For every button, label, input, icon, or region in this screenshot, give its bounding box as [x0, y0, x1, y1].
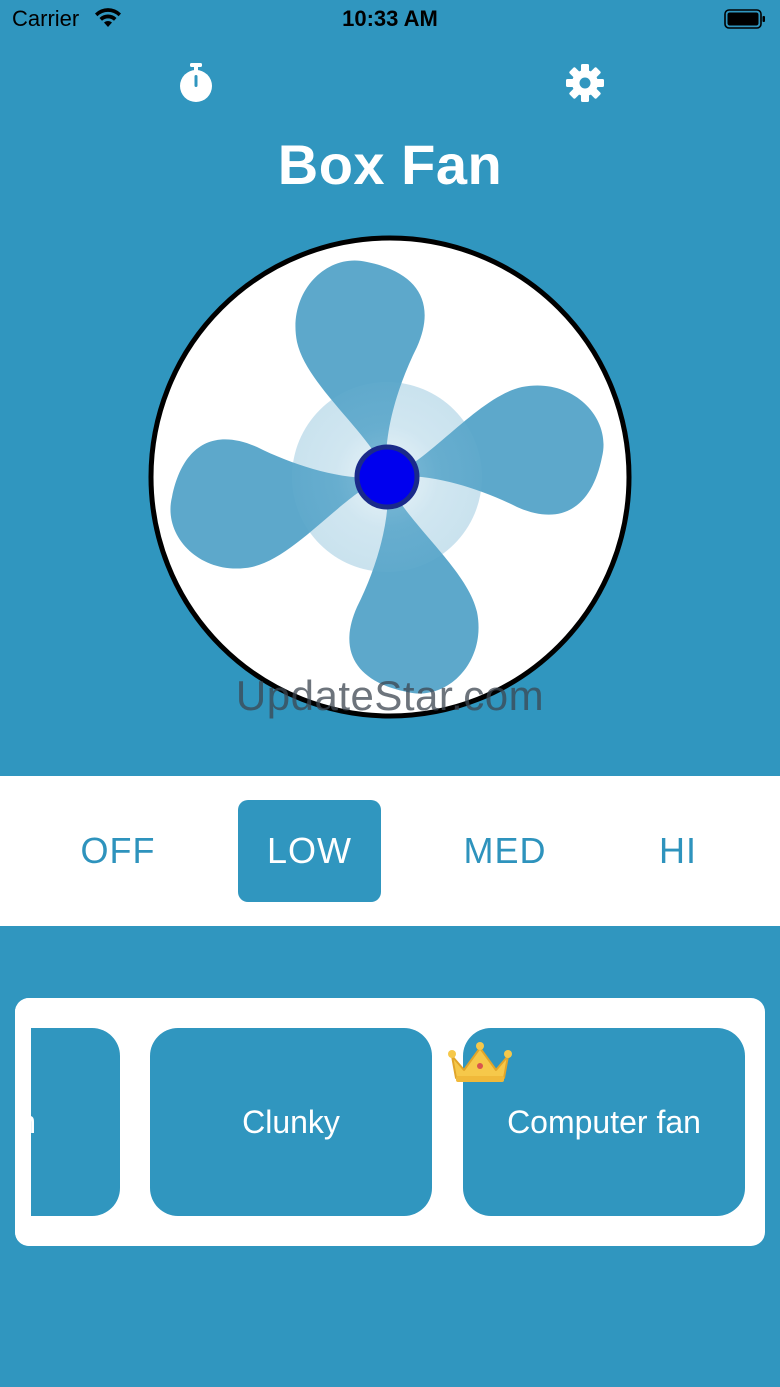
crown-icon	[448, 1042, 512, 1082]
status-bar: Carrier 10:33 AM	[0, 0, 780, 40]
speed-off-button[interactable]: OFF	[48, 800, 188, 902]
stopwatch-icon	[180, 63, 212, 102]
sound-card-clunky[interactable]: Clunky	[150, 1028, 432, 1216]
speed-hi-button[interactable]: HI	[608, 800, 748, 902]
fan-icon	[148, 235, 632, 719]
app-screen: Carrier 10:33 AM Box Fan UpdateStar.com …	[0, 0, 780, 1387]
gear-icon	[566, 64, 604, 102]
speed-med-button[interactable]: MED	[434, 800, 576, 902]
sound-carousel[interactable]: n Clunky Computer fan	[15, 998, 765, 1246]
speed-selector: OFF LOW MED HI	[0, 776, 780, 926]
settings-button[interactable]	[565, 63, 605, 103]
carousel-edge	[15, 998, 31, 1246]
page-title: Box Fan	[277, 133, 503, 196]
clock-time: 10:33 AM	[342, 6, 438, 31]
speed-low-button[interactable]: LOW	[238, 800, 381, 902]
sound-card-label: Computer fan	[507, 1103, 701, 1140]
battery-icon	[724, 9, 765, 29]
fan-illustration[interactable]	[147, 234, 633, 720]
fan-hub	[354, 444, 420, 510]
sound-card-label: Clunky	[242, 1103, 340, 1140]
timer-button[interactable]	[176, 62, 216, 104]
watermark: UpdateStar.com	[235, 672, 545, 719]
